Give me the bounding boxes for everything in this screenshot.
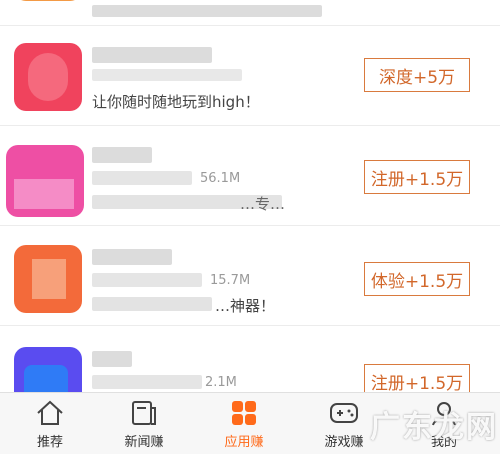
app-size: 15.7M: [210, 273, 251, 288]
reward-button[interactable]: 深度+5万: [364, 58, 470, 92]
tab-label: 新闻赚: [124, 435, 164, 450]
tab-recommend[interactable]: 推荐: [0, 393, 100, 454]
list-item-partial[interactable]: [0, 0, 500, 26]
app-size: 2.1M: [205, 375, 237, 390]
blurred-app-name: [92, 351, 132, 367]
app-icon: [14, 43, 82, 111]
home-icon: [37, 400, 63, 425]
blurred-app-name: [92, 147, 152, 163]
app-icon: [14, 0, 82, 1]
blurred-app-desc: [92, 297, 212, 311]
blurred-text: [92, 5, 322, 17]
app-description: …神器！: [215, 297, 276, 315]
app-icon: [6, 145, 84, 217]
tab-apps[interactable]: 应用赚: [194, 393, 294, 454]
apps-icon: [232, 401, 256, 425]
blurred-app-meta: [92, 69, 242, 81]
blurred-app-meta: [92, 273, 202, 287]
tab-label: 应用赚: [224, 435, 264, 450]
app-size: 56.1M: [200, 171, 241, 186]
list-item[interactable]: 2.1M 注册+1.5万: [0, 325, 500, 392]
app-description: 让你随时随地玩到high！: [92, 93, 260, 111]
tab-label: 游戏赚: [324, 435, 364, 450]
list-item[interactable]: 56.1M …专… 注册+1.5万: [0, 125, 500, 226]
app-icon: [14, 347, 82, 392]
list-item[interactable]: 让你随时随地玩到high！ 深度+5万: [0, 25, 500, 126]
watermark: 广东龙网: [370, 410, 498, 445]
reward-button[interactable]: 注册+1.5万: [364, 364, 470, 392]
app-icon: [14, 245, 82, 313]
blurred-app-name: [92, 249, 172, 265]
news-icon: [132, 401, 156, 425]
tab-label: 推荐: [36, 435, 63, 450]
gamepad-icon: [330, 403, 358, 423]
list-item[interactable]: 15.7M …神器！ 体验+1.5万: [0, 225, 500, 326]
app-description: …专…: [240, 195, 286, 213]
blurred-app-meta: [92, 375, 202, 389]
blurred-app-name: [92, 47, 212, 63]
tab-news[interactable]: 新闻赚: [94, 393, 194, 454]
app-list: 让你随时随地玩到high！ 深度+5万 56.1M …专… 注册+1.5万 15…: [0, 0, 500, 392]
blurred-app-meta: [92, 171, 192, 185]
reward-button[interactable]: 体验+1.5万: [364, 262, 470, 296]
reward-button[interactable]: 注册+1.5万: [364, 160, 470, 194]
